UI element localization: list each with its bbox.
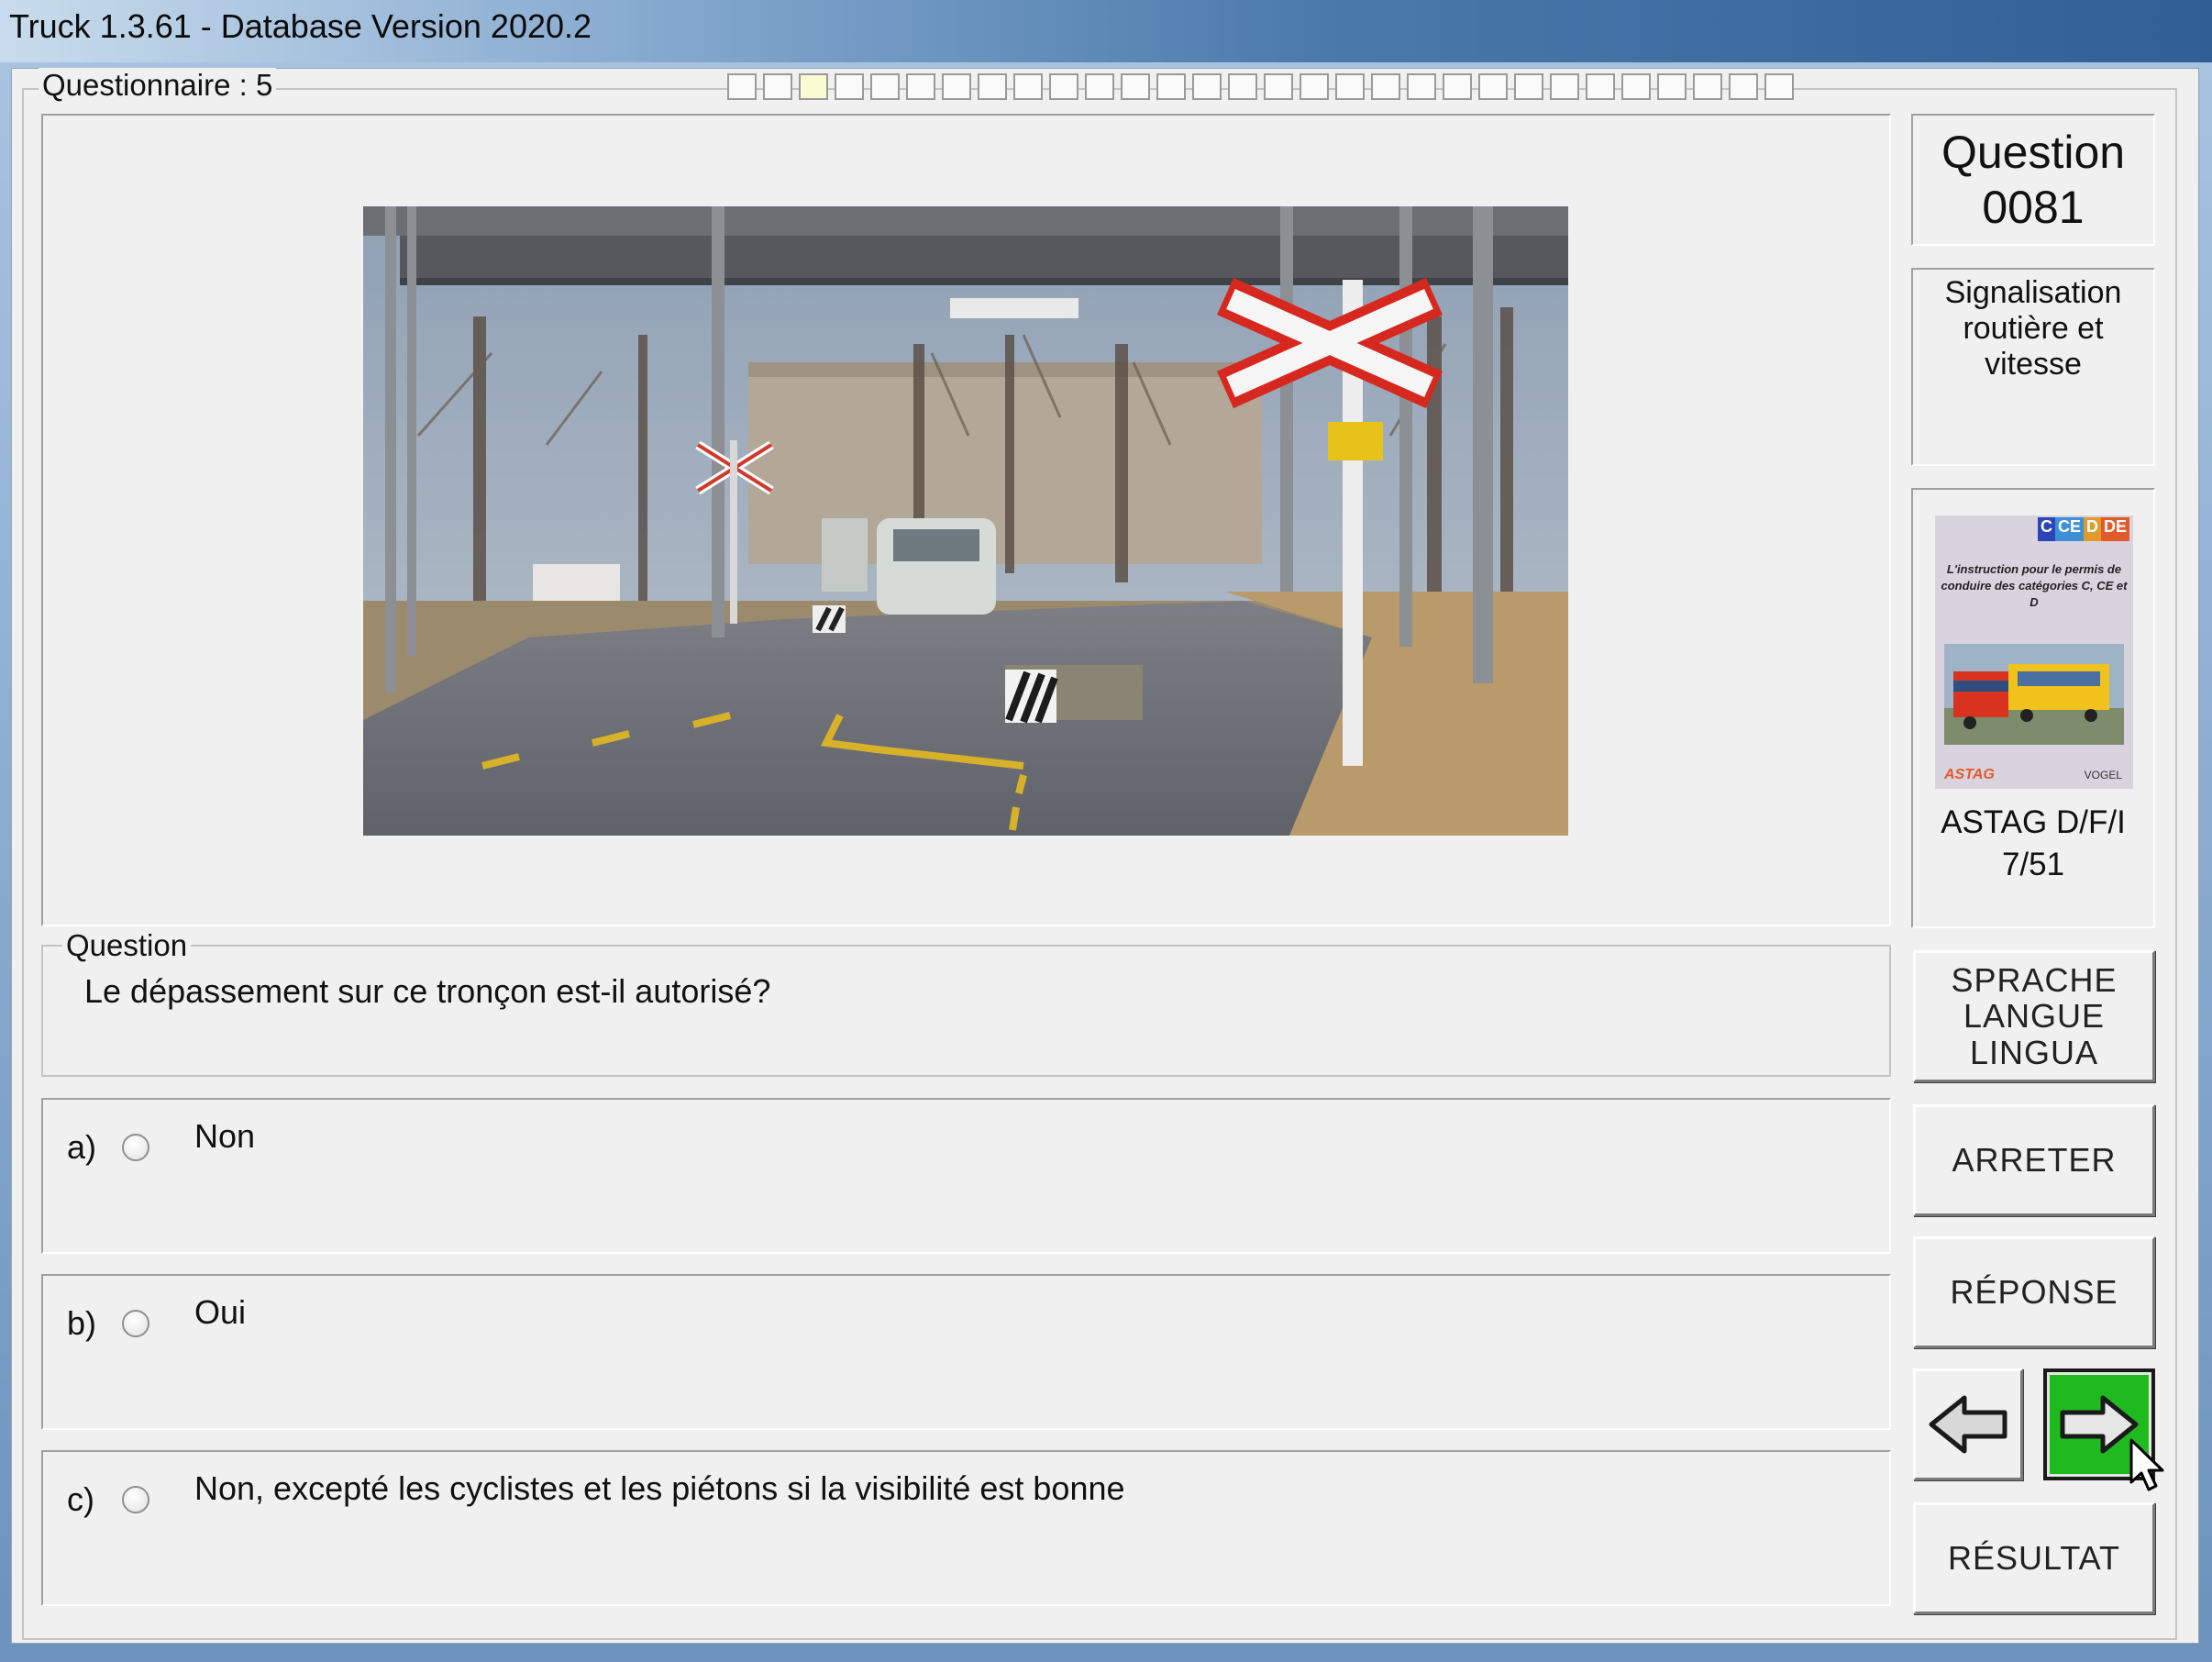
progress-cell — [1371, 73, 1400, 100]
book-reference-line2: 7/51 — [2001, 846, 2065, 882]
progress-cell — [1514, 73, 1543, 100]
progress-cell — [1693, 73, 1722, 100]
progress-cell — [1621, 73, 1651, 100]
language-button[interactable]: SPRACHE LANGUE LINGUA — [1913, 950, 2155, 1082]
window-title: Truck 1.3.61 - Database Version 2020.2 — [9, 7, 592, 45]
progress-cell — [1729, 73, 1758, 100]
progress-cell — [1407, 73, 1436, 100]
answer-b-radio[interactable] — [122, 1310, 149, 1337]
questionnaire-label: Questionnaire : 5 — [39, 68, 277, 103]
progress-cell — [763, 73, 792, 100]
question-photo — [363, 206, 1568, 836]
progress-cell — [1085, 73, 1114, 100]
stop-button[interactable]: ARRETER — [1913, 1104, 2155, 1216]
arrow-right-icon — [2060, 1395, 2139, 1454]
previous-button[interactable] — [1913, 1368, 2023, 1480]
progress-cell — [906, 73, 935, 100]
book-reference-line1: ASTAG D/F/I — [1941, 804, 2126, 840]
progress-cell — [1335, 73, 1365, 100]
answer-c-letter: c) — [67, 1480, 94, 1518]
answer-a-text[interactable]: Non — [194, 1117, 255, 1156]
arrow-left-icon — [1929, 1395, 2007, 1454]
question-number-box: Question 0081 — [1911, 114, 2155, 246]
answer-a-letter: a) — [67, 1128, 97, 1166]
question-legend: Question — [62, 928, 192, 963]
book-cover-text: L'instruction pour le permis de conduire… — [1941, 562, 2128, 610]
progress-cell — [1764, 73, 1794, 100]
book-cover-image: C CE D DE L'instruction pour le permis d… — [1935, 515, 2133, 789]
progress-cell — [1550, 73, 1579, 100]
result-button[interactable]: RÉSULTAT — [1913, 1502, 2155, 1614]
answer-b-box[interactable] — [41, 1274, 1891, 1430]
book-reference: ASTAG D/F/I 7/51 — [1911, 802, 2155, 885]
progress-cell — [870, 73, 900, 100]
progress-cell — [835, 73, 864, 100]
question-header-label: Question — [1941, 127, 2126, 178]
progress-cell — [1156, 73, 1186, 100]
progress-cell — [799, 73, 828, 100]
answer-b-letter: b) — [67, 1304, 97, 1342]
progress-cell — [1228, 73, 1257, 100]
book-truck-illustration — [1944, 644, 2124, 745]
progress-cell — [942, 73, 971, 100]
progress-cell — [1300, 73, 1329, 100]
progress-cell — [1657, 73, 1687, 100]
progress-indicator — [727, 73, 1800, 101]
question-text: Le dépassement sur ce tronçon est-il aut… — [84, 972, 771, 1010]
answer-a-radio[interactable] — [122, 1134, 149, 1161]
question-group — [41, 945, 1891, 1077]
progress-cell — [1192, 73, 1222, 100]
answer-a-box[interactable] — [41, 1098, 1891, 1254]
progress-cell — [1443, 73, 1472, 100]
progress-cell — [1121, 73, 1150, 100]
progress-cell — [1049, 73, 1078, 100]
category-box: Signalisation routière et vitesse — [1911, 268, 2155, 466]
answer-c-radio[interactable] — [122, 1486, 149, 1513]
progress-cell — [1013, 73, 1043, 100]
mouse-cursor-icon — [2129, 1438, 2164, 1491]
answer-c-text[interactable]: Non, excepté les cyclistes et les piéton… — [194, 1469, 1125, 1508]
progress-cell — [1264, 73, 1293, 100]
book-category-badge: C CE D DE — [2037, 517, 2129, 541]
answer-b-text[interactable]: Oui — [194, 1293, 246, 1332]
progress-cell — [727, 73, 757, 100]
title-bar: Truck 1.3.61 - Database Version 2020.2 — [0, 0, 2212, 62]
answer-button[interactable]: RÉPONSE — [1913, 1236, 2155, 1348]
category-text: Signalisation routière et vitesse — [1944, 275, 2122, 382]
progress-cell — [1586, 73, 1615, 100]
progress-cell — [978, 73, 1007, 100]
question-number: 0081 — [1982, 182, 2085, 233]
progress-cell — [1478, 73, 1508, 100]
